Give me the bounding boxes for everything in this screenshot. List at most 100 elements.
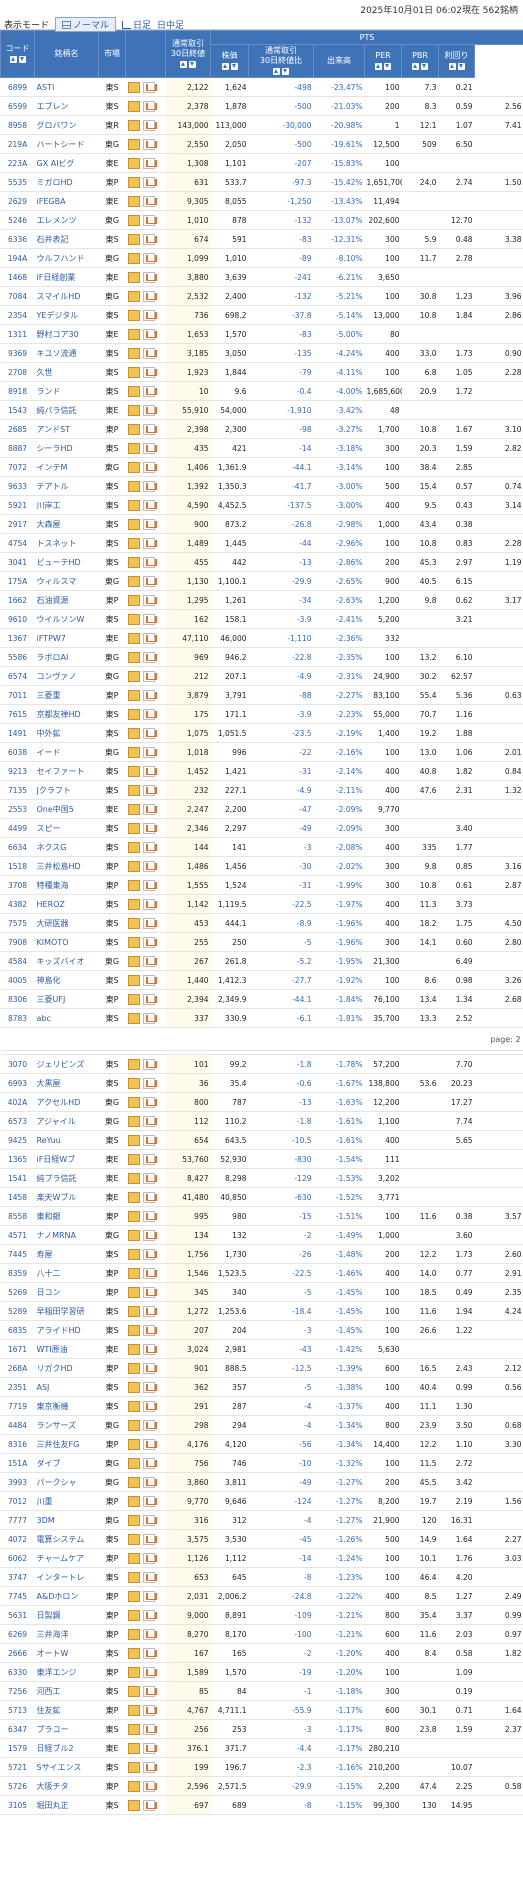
cell-name[interactable]: ウルフハンド [34,248,99,268]
table-row[interactable]: 6269 三井海洋 東P 8,270 8,170 -100 -1.21% 600 11.6 2.0… [0,1624,523,1644]
cell-name[interactable]: 東洋エンジ [34,1662,99,1682]
cell-code[interactable]: 2666 [0,1643,35,1663]
book-icon[interactable] [127,898,140,910]
cell-code[interactable]: 7256 [0,1681,35,1701]
chart-icon[interactable] [142,100,157,112]
cell-code[interactable]: 5535 [0,172,35,192]
cell-name[interactable]: WTI原油 [34,1339,99,1359]
sort-up-icon[interactable] [9,55,17,63]
cell-code[interactable]: 9425 [0,1130,35,1150]
chart-icon[interactable] [142,765,157,777]
cell-code[interactable]: 7745 [0,1586,35,1606]
table-row[interactable]: 2917 大森屋 東S 900 873.2 -26.8 -2.98% 1,000 43.4 0.3… [0,514,523,534]
cell-code[interactable]: 268A [0,1358,35,1378]
book-icon[interactable] [127,613,140,625]
cell-code[interactable]: 1367 [0,628,35,648]
table-row[interactable]: 9425 ReYuu 東S 654 643.5 -10.5 -1.61% 400 5.65 [0,1130,523,1150]
table-row[interactable]: 6574 コンヴァノ 東G 212 207.1 -4.9 -2.31% 24,900 30.2 6… [0,666,523,686]
cell-name[interactable]: KIMOTO [34,932,99,952]
table-row[interactable]: 5289 早稲田学習研 東S 1,272 1,253.6 -18.4 -1.45% 100 11… [0,1301,523,1321]
sort-down-icon[interactable] [384,62,391,70]
book-icon[interactable] [127,347,140,359]
sort-down-icon[interactable] [230,62,238,70]
table-row[interactable]: 1671 WTI原油 東E 3,024 2,981 -43 -1.42% 5,630 [0,1339,523,1359]
book-icon[interactable] [127,1666,140,1678]
chart-icon[interactable] [142,1267,157,1279]
cell-name[interactable]: One中国5 [34,799,99,819]
book-icon[interactable] [127,1685,140,1697]
book-icon[interactable] [127,1780,140,1792]
cell-name[interactable]: 東京衡機 [34,1396,99,1416]
mode-intraday-button[interactable]: 日中足 [157,18,184,31]
book-icon[interactable] [127,499,140,511]
table-row[interactable]: 1543 純パラ信託 東E 55,910 54,000 -1,910 -3.42% 48 [0,400,523,420]
cell-name[interactable]: キユソ流通 [34,343,99,363]
cell-code[interactable]: 4571 [0,1225,35,1245]
cell-name[interactable]: 野村コア30 [34,324,99,344]
chart-icon[interactable] [142,1628,157,1640]
book-icon[interactable] [127,1533,140,1545]
book-icon[interactable] [127,1761,140,1773]
book-icon[interactable] [127,537,140,549]
cell-name[interactable]: 三菱重 [34,685,99,705]
chart-icon[interactable] [142,1533,157,1545]
book-icon[interactable] [127,1191,140,1203]
cell-name[interactable]: ウイルソンW [34,609,99,629]
chart-icon[interactable] [142,841,157,853]
book-icon[interactable] [127,233,140,245]
chart-icon[interactable] [142,613,157,625]
cell-name[interactable]: テアトル [34,476,99,496]
book-icon[interactable] [127,1381,140,1393]
chart-icon[interactable] [142,1012,157,1024]
chart-icon[interactable] [142,670,157,682]
cell-code[interactable]: 9610 [0,609,35,629]
table-row[interactable]: 2685 アンドST 東P 2,398 2,300 -98 -3.27% 1,700 10.8 1… [0,419,523,439]
table-row[interactable]: 9213 セイファート 東S 1,452 1,421 -31 -2.14% 400 40.8 1.… [0,761,523,781]
table-row[interactable]: 8918 ランド 東S 10 9.6 -0.4 -4.00% 1,685,600 20.9 1.7… [0,381,523,401]
chart-icon[interactable] [142,1590,157,1602]
book-icon[interactable] [127,138,140,150]
book-icon[interactable] [127,1096,140,1108]
cell-code[interactable]: 6899 [0,77,35,97]
cell-name[interactable]: エレメンツ [34,210,99,230]
book-icon[interactable] [127,1647,140,1659]
cell-code[interactable]: 2354 [0,305,35,325]
cell-code[interactable]: 6347 [0,1719,35,1739]
book-icon[interactable] [127,594,140,606]
cell-code[interactable]: 4484 [0,1415,35,1435]
table-row[interactable]: 5713 住友鉱 東P 4,767 4,711.1 -55.9 -1.17% 600 30.1 0… [0,1700,523,1720]
cell-code[interactable]: 6336 [0,229,35,249]
sort-up-icon[interactable] [273,67,280,75]
cell-code[interactable]: 2629 [0,191,35,211]
cell-name[interactable]: ラボロAI [34,647,99,667]
cell-name[interactable]: 石油資源 [34,590,99,610]
cell-name[interactable]: エブレン [34,96,99,116]
table-row[interactable]: 7011 三菱重 東P 3,879 3,791 -88 -2.27% 83,100 55.4 5.… [0,685,523,705]
cell-code[interactable]: 1365 [0,1149,35,1169]
chart-icon[interactable] [142,727,157,739]
chart-icon[interactable] [142,1210,157,1222]
book-icon[interactable] [127,385,140,397]
table-row[interactable]: 3105 堀田丸正 東S 697 689 -8 -1.15% 99,300 130 14.95 [0,1795,523,1815]
cell-code[interactable]: 6038 [0,742,35,762]
table-row[interactable]: 8306 三菱UFJ 東P 2,394 2,349.9 -44.1 -1.84% 76,100… [0,989,523,1009]
cell-name[interactable]: 東和銀 [34,1206,99,1226]
chart-icon[interactable] [142,1419,157,1431]
cell-code[interactable]: 3105 [0,1795,35,1815]
cell-name[interactable]: 日製鋼 [34,1605,99,1625]
table-row[interactable]: 5726 大阪チタ 東P 2,596 2,571.5 -29.9 -1.15% 2,200 47… [0,1776,523,1796]
book-icon[interactable] [127,1495,140,1507]
book-icon[interactable] [127,195,140,207]
cell-name[interactable]: 神島化 [34,970,99,990]
cell-code[interactable]: 5269 [0,1282,35,1302]
cell-code[interactable]: 6330 [0,1662,35,1682]
cell-code[interactable]: 1468 [0,267,35,287]
table-row[interactable]: 1468 iF日経創業 東E 3,880 3,639 -241 -6.21% 3,650 [0,267,523,287]
chart-icon[interactable] [142,461,157,473]
cell-name[interactable]: ランド [34,381,99,401]
cell-code[interactable]: 5289 [0,1301,35,1321]
cell-name[interactable]: アクセルHD [34,1092,99,1112]
chart-icon[interactable] [142,1723,157,1735]
table-row[interactable]: 3993 パークシャ 東G 3,860 3,811 -49 -1.27% 200 45.5 3.4… [0,1472,523,1492]
cell-name[interactable]: アジャイル [34,1111,99,1131]
